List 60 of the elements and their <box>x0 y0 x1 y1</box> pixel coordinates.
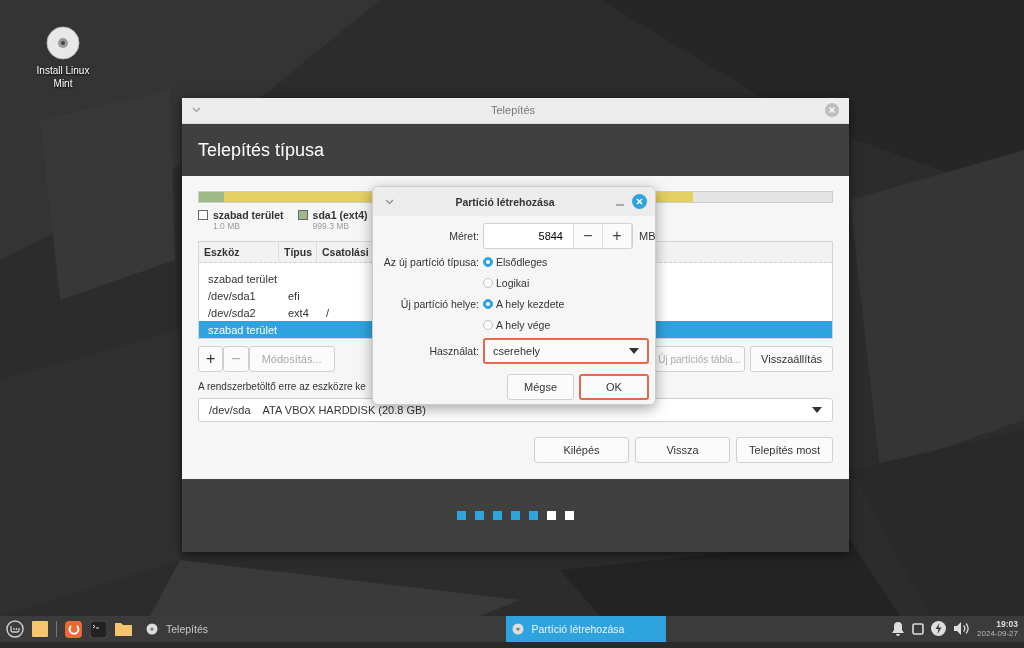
desktop-icon-label[interactable]: Install Linux Mint <box>30 64 96 90</box>
size-field[interactable]: 5844 <box>484 224 574 248</box>
bell-icon[interactable] <box>891 621 906 637</box>
window-title: Telepítés <box>491 104 535 117</box>
lightning-icon[interactable] <box>931 621 947 637</box>
decrease-button[interactable]: − <box>574 224 603 248</box>
legend-size: 999.3 MB <box>311 221 350 232</box>
dialog-title: Partíció létrehozása <box>454 195 556 208</box>
increase-button[interactable]: + <box>603 224 632 248</box>
ok-button[interactable]: OK <box>579 374 649 400</box>
table-cell[interactable]: szabad terület <box>199 272 279 285</box>
add-button[interactable]: + <box>198 346 224 373</box>
dropdown-caret-icon <box>812 407 822 414</box>
field-label: Az új partíció típusa: <box>382 255 479 268</box>
chevron-down-icon[interactable] <box>385 198 394 205</box>
legend-label: szabad terület <box>213 209 284 222</box>
radio-label[interactable]: A hely kezdete <box>496 297 565 310</box>
refresh-icon[interactable] <box>65 620 82 638</box>
radio-button[interactable] <box>483 319 493 330</box>
chevron-down-icon[interactable] <box>192 107 201 114</box>
unit-label: MB <box>639 230 656 242</box>
field-label: Használat: <box>428 345 479 357</box>
radio-button[interactable] <box>483 277 493 288</box>
legend-size: 1.0 MB <box>212 221 241 232</box>
field-label: Méret: <box>448 230 479 242</box>
radio-button[interactable] <box>483 298 493 309</box>
menu-logo-icon[interactable] <box>6 620 24 638</box>
terminal-icon[interactable] <box>90 620 107 638</box>
folder-icon[interactable] <box>115 622 132 636</box>
close-icon[interactable] <box>632 194 647 209</box>
radio-label[interactable]: Logikai <box>496 276 530 289</box>
table-cell[interactable]: ext4 <box>279 306 317 319</box>
clock-date[interactable]: 2024-09-27 <box>977 629 1018 639</box>
table-cell[interactable]: /dev/sda2 <box>199 306 279 319</box>
dropdown-caret-icon <box>629 348 639 354</box>
revert-button[interactable]: Visszaállítás <box>750 346 833 373</box>
quit-button[interactable]: Kilépés <box>534 437 630 464</box>
cancel-button[interactable]: Mégse <box>507 374 574 400</box>
taskbar-window-button[interactable]: Telepítés <box>140 616 280 642</box>
column-header[interactable]: Eszköz <box>199 242 279 263</box>
table-cell[interactable]: efi <box>279 289 317 302</box>
disc-icon <box>146 623 158 635</box>
back-button[interactable]: Vissza <box>635 437 731 464</box>
field-label: Új partíció helye: <box>399 297 479 310</box>
usage-dropdown[interactable]: cserehely <box>483 338 649 364</box>
disc-icon <box>511 623 524 635</box>
table-cell[interactable]: /dev/sda1 <box>199 289 279 302</box>
radio-button[interactable] <box>483 256 493 267</box>
radio-label[interactable]: A hely vége <box>496 318 551 331</box>
column-header[interactable]: Típus <box>279 242 317 263</box>
radio-label[interactable]: Elsődleges <box>496 255 548 268</box>
bootloader-label: A rendszerbetöltő erre az eszközre ke <box>198 381 366 393</box>
install-now-button[interactable]: Telepítés most <box>736 437 833 464</box>
page-heading: Telepítés típusa <box>198 139 325 161</box>
disc-icon[interactable] <box>46 26 80 60</box>
window-icon[interactable] <box>912 623 925 635</box>
volume-icon[interactable] <box>953 621 971 637</box>
legend-label: sda1 (ext4) <box>312 209 368 222</box>
clock-time[interactable]: 19:03 <box>996 619 1018 630</box>
close-icon[interactable] <box>825 103 839 118</box>
